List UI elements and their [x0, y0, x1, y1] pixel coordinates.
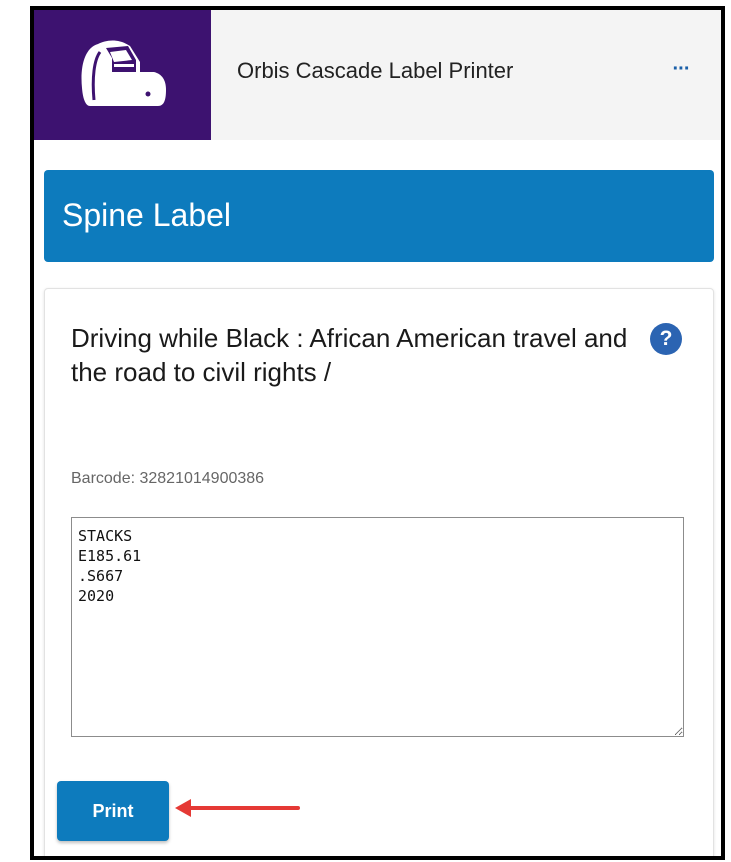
app-frame: Orbis Cascade Label Printer ··· Spine La… [30, 6, 725, 860]
label-printer-icon [81, 40, 166, 106]
barcode-text: Barcode: 32821014900386 [71, 470, 265, 487]
print-button[interactable]: Print [57, 781, 169, 841]
annotation-arrow-icon [175, 799, 300, 817]
label-text-area[interactable]: STACKS E185.61 .S667 2020 [71, 517, 684, 737]
help-icon[interactable]: ? [650, 323, 682, 355]
section-title: Spine Label [62, 197, 232, 233]
section-banner: Spine Label [44, 170, 714, 262]
app-title: Orbis Cascade Label Printer [237, 58, 514, 83]
label-card: Driving while Black : African American t… [44, 288, 714, 856]
item-title: Driving while Black : African American t… [71, 323, 628, 387]
app-logo [34, 10, 211, 140]
app-header: Orbis Cascade Label Printer ··· [34, 10, 721, 140]
more-options-button[interactable]: ··· [666, 58, 696, 88]
